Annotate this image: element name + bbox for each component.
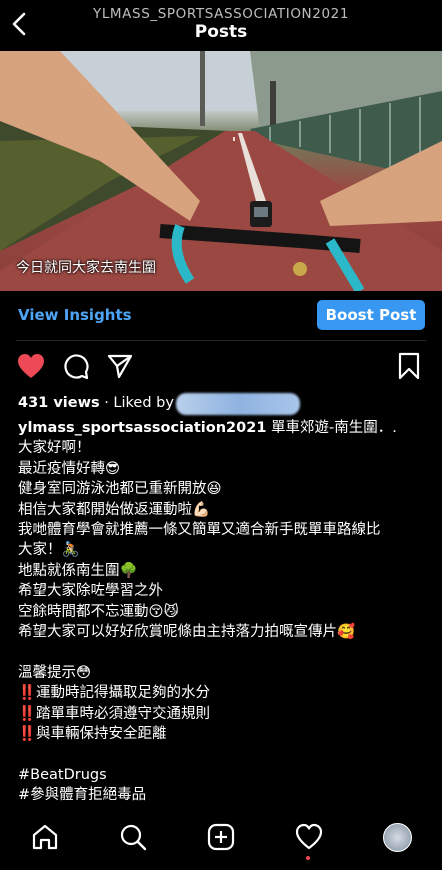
bookmark-icon[interactable] [398, 352, 420, 380]
caption-line: 希望大家除咗學習之外 [18, 583, 163, 600]
post-video[interactable]: 今日就同大家去南生圍 [0, 51, 442, 291]
caption-line: 最近疫情好轉😎 [18, 460, 121, 477]
caption-line [18, 745, 430, 765]
caption-line: 空餘時間都不忘運動😚😼 [18, 603, 179, 620]
caption-line: 大家！🚴🏻 [18, 542, 80, 559]
insights-row: View Insights Boost Post [0, 300, 442, 332]
home-icon[interactable] [31, 823, 59, 851]
hashtag[interactable]: #參與體育拒絕毒品 [18, 785, 430, 805]
views-count[interactable]: 431 views [18, 395, 100, 411]
top-bar: YLMASS_SPORTSASSOCIATION2021 Posts [0, 0, 442, 50]
divider [16, 340, 426, 341]
header-username: YLMASS_SPORTSASSOCIATION2021 [92, 6, 350, 22]
blurred-username [176, 393, 300, 415]
views-line: 431 views · Liked by [18, 395, 174, 411]
share-send-icon[interactable] [106, 352, 134, 380]
activity-notification-dot [306, 856, 310, 860]
caption-line: ‼️運動時記得攝取足夠的水分 [18, 685, 211, 702]
caption-line: 大家好啊！ [18, 440, 91, 457]
caption-line: 溫馨提示😳 [18, 664, 92, 681]
caption-line: 健身室同游泳池都已重新開放😆 [18, 481, 222, 498]
caption-line: 單車郊遊-南生圍．. [271, 420, 397, 436]
comment-icon[interactable] [62, 352, 90, 380]
caption-line: 我哋體育學會就推薦一條又簡單又適合新手既單車路線比 [18, 522, 381, 539]
like-heart-icon[interactable] [16, 352, 46, 380]
caption-line [18, 642, 430, 662]
caption-line: 希望大家可以好好欣賞呢條由主持落力拍嘅宣傳片🥰 [18, 624, 356, 641]
post-actions [0, 352, 442, 384]
video-frame [0, 51, 442, 291]
page-title: Posts [194, 22, 248, 42]
new-post-icon[interactable] [207, 823, 235, 851]
caption-line: 相信大家都開始做返運動啦💪🏻 [18, 501, 211, 518]
video-caption: 今日就同大家去南生圍 [16, 260, 156, 276]
caption-line: 地點就係南生圍🌳 [18, 562, 138, 579]
post-caption: ylmass_sportsassociation2021 單車郊遊-南生圍．. … [18, 418, 430, 806]
caption-line: ‼️踏單車時必須遵守交通規則 [18, 705, 211, 722]
caption-line: ‼️與車輛保持安全距離 [18, 726, 167, 743]
activity-heart-icon[interactable] [295, 823, 323, 851]
caption-first-line: ylmass_sportsassociation2021 單車郊遊-南生圍．. [18, 418, 430, 438]
search-icon[interactable] [119, 823, 147, 851]
profile-avatar[interactable] [383, 823, 412, 852]
view-insights-link[interactable]: View Insights [18, 306, 132, 324]
liked-by-label: · Liked by [104, 395, 174, 411]
bottom-nav [0, 810, 442, 870]
boost-post-button[interactable]: Boost Post [317, 300, 425, 330]
hashtag[interactable]: #BeatDrugs [18, 765, 430, 785]
post-username[interactable]: ylmass_sportsassociation2021 [18, 420, 266, 436]
